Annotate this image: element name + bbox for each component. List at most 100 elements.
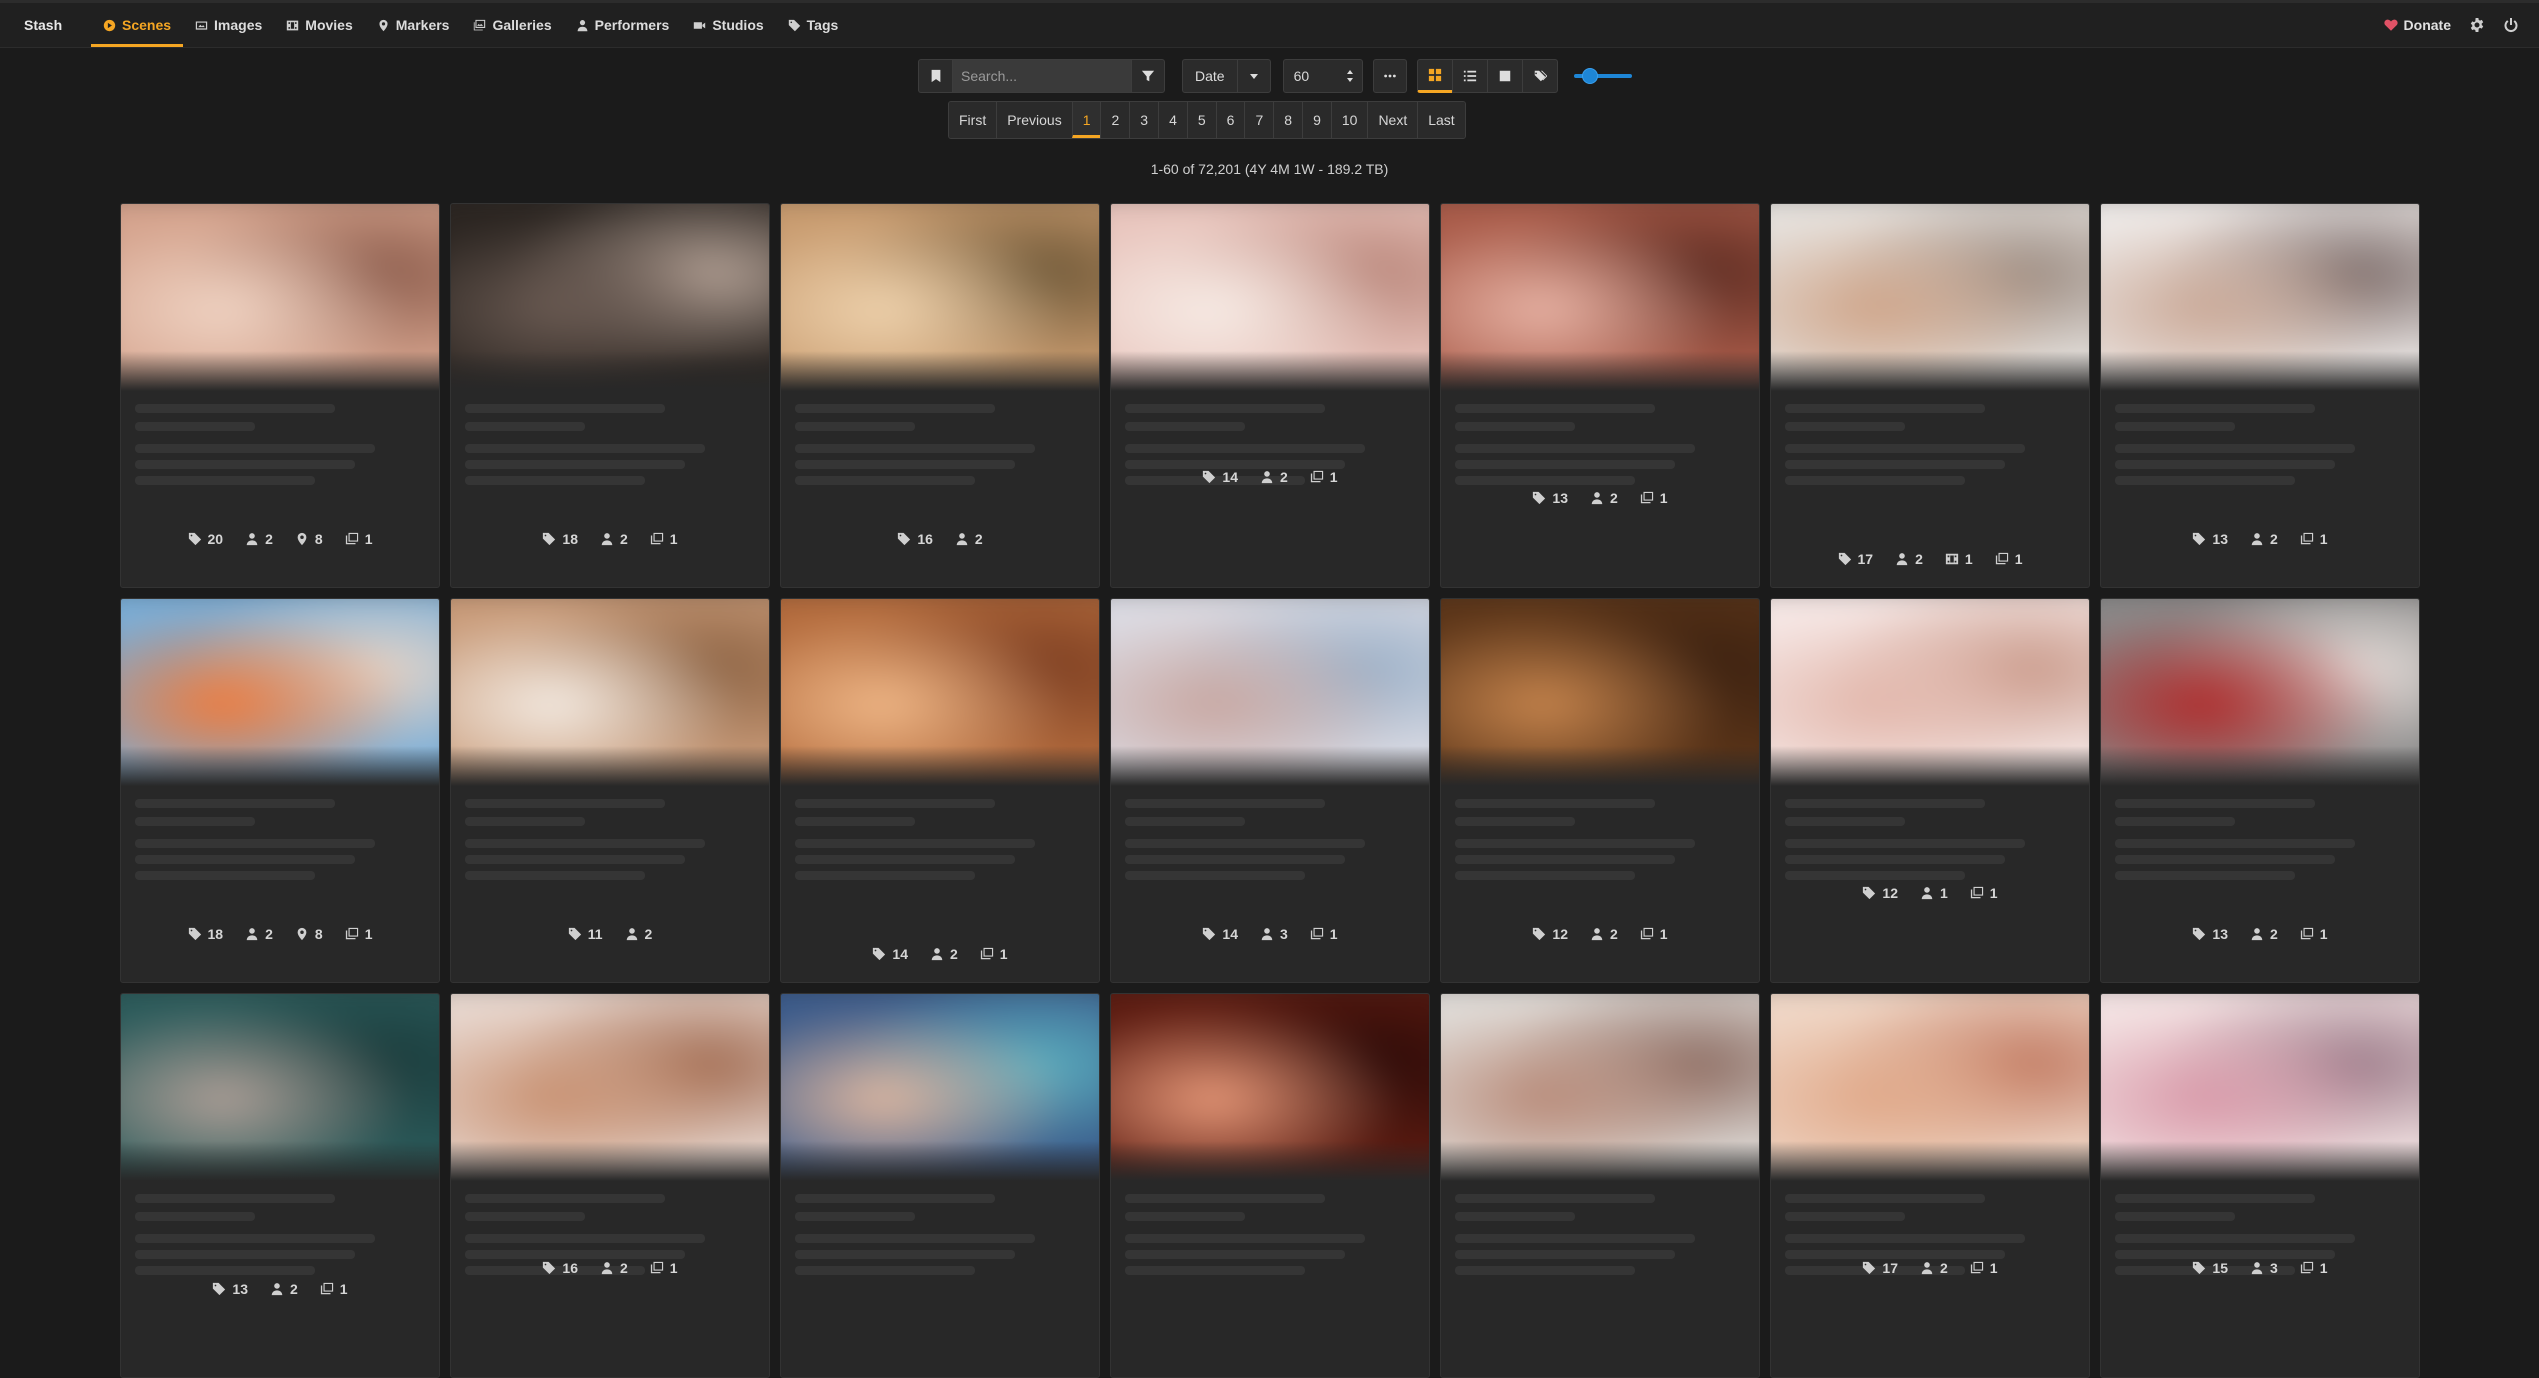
- page-button-4[interactable]: 4: [1158, 102, 1187, 138]
- display-wall-button[interactable]: [1486, 59, 1523, 93]
- gallery-count-button[interactable]: 1: [1970, 885, 1998, 901]
- scene-thumbnail[interactable]: [1441, 204, 1759, 391]
- first-page-button[interactable]: First: [949, 102, 997, 138]
- tag-count-button[interactable]: 18: [188, 926, 223, 942]
- page-button-2[interactable]: 2: [1100, 102, 1130, 138]
- scene-thumbnail[interactable]: [1111, 204, 1429, 391]
- sort-by-dropdown[interactable]: Date: [1182, 59, 1238, 93]
- scene-card[interactable]: 14 3 1: [1110, 598, 1430, 983]
- performer-count-button[interactable]: 2: [1590, 926, 1618, 942]
- scene-card[interactable]: 16 2 1: [450, 993, 770, 1378]
- brand-link[interactable]: Stash: [24, 17, 62, 33]
- gallery-count-button[interactable]: 1: [1970, 1260, 1998, 1276]
- page-button-3[interactable]: 3: [1129, 102, 1159, 138]
- scene-card[interactable]: [1440, 993, 1760, 1378]
- scene-thumbnail[interactable]: [451, 994, 769, 1181]
- tag-count-button[interactable]: 11: [568, 926, 603, 942]
- last-page-button[interactable]: Last: [1417, 102, 1465, 138]
- movie-count-button[interactable]: 1: [1945, 551, 1973, 567]
- gallery-count-button[interactable]: 1: [320, 1281, 348, 1297]
- nav-item-galleries[interactable]: Galleries: [461, 3, 563, 47]
- donate-button[interactable]: Donate: [2383, 17, 2451, 33]
- scene-card[interactable]: 17 2 1: [1770, 993, 2090, 1378]
- performer-count-button[interactable]: 3: [1260, 926, 1288, 942]
- display-grid-button[interactable]: [1416, 59, 1453, 93]
- gear-icon[interactable]: [2469, 17, 2485, 33]
- tag-count-button[interactable]: 16: [897, 531, 933, 547]
- scene-thumbnail[interactable]: [121, 204, 439, 391]
- performer-count-button[interactable]: 2: [1920, 1260, 1948, 1276]
- scene-thumbnail[interactable]: [2101, 204, 2419, 391]
- next-page-button[interactable]: Next: [1367, 102, 1418, 138]
- tag-count-button[interactable]: 20: [188, 531, 223, 547]
- tag-count-button[interactable]: 14: [872, 946, 908, 962]
- zoom-handle[interactable]: [1581, 68, 1598, 84]
- gallery-count-button[interactable]: 1: [2300, 1260, 2328, 1276]
- gallery-count-button[interactable]: 1: [1310, 926, 1338, 942]
- scene-thumbnail[interactable]: [781, 599, 1099, 786]
- scene-card[interactable]: [1110, 993, 1430, 1378]
- scene-card[interactable]: 18 2 8 1: [120, 598, 440, 983]
- page-button-7[interactable]: 7: [1244, 102, 1274, 138]
- filter-button[interactable]: [1131, 59, 1165, 93]
- performer-count-button[interactable]: 2: [1590, 490, 1618, 506]
- nav-item-tags[interactable]: Tags: [776, 3, 851, 47]
- nav-item-movies[interactable]: Movies: [274, 3, 364, 47]
- tag-count-button[interactable]: 12: [1532, 926, 1568, 942]
- scene-thumbnail[interactable]: [1111, 599, 1429, 786]
- zoom-slider[interactable]: [1572, 66, 1634, 86]
- gallery-count-button[interactable]: 1: [650, 531, 678, 547]
- scene-card[interactable]: 16 2: [780, 203, 1100, 588]
- scene-thumbnail[interactable]: [1111, 994, 1429, 1181]
- performer-count-button[interactable]: 2: [600, 531, 628, 547]
- scene-thumbnail[interactable]: [1441, 599, 1759, 786]
- performer-count-button[interactable]: 2: [625, 926, 652, 942]
- marker-count-button[interactable]: 8: [295, 531, 323, 547]
- page-button-6[interactable]: 6: [1215, 102, 1245, 138]
- scene-thumbnail[interactable]: [1771, 599, 2089, 786]
- saved-filters-button[interactable]: [918, 59, 952, 93]
- display-list-button[interactable]: [1451, 59, 1488, 93]
- page-button-10[interactable]: 10: [1330, 102, 1368, 138]
- gallery-count-button[interactable]: 1: [345, 531, 372, 547]
- page-button-5[interactable]: 5: [1186, 102, 1216, 138]
- nav-item-markers[interactable]: Markers: [365, 3, 462, 47]
- scene-card[interactable]: 12 2 1: [1440, 598, 1760, 983]
- performer-count-button[interactable]: 2: [955, 531, 983, 547]
- gallery-count-button[interactable]: 1: [1640, 926, 1668, 942]
- nav-item-studios[interactable]: Studios: [681, 3, 775, 47]
- performer-count-button[interactable]: 2: [2250, 531, 2278, 547]
- gallery-count-button[interactable]: 1: [650, 1260, 678, 1276]
- page-button-1[interactable]: 1: [1071, 102, 1101, 138]
- tag-count-button[interactable]: 17: [1838, 551, 1873, 567]
- scene-thumbnail[interactable]: [1771, 994, 2089, 1181]
- scene-card[interactable]: 13 2 1: [120, 993, 440, 1378]
- scene-card[interactable]: 20 2 8 1: [120, 203, 440, 588]
- performer-count-button[interactable]: 2: [270, 1281, 298, 1297]
- tag-count-button[interactable]: 14: [1202, 469, 1238, 485]
- tag-count-button[interactable]: 17: [1862, 1260, 1898, 1276]
- scene-card[interactable]: 14 2 1: [780, 598, 1100, 983]
- scene-thumbnail[interactable]: [2101, 994, 2419, 1181]
- scene-thumbnail[interactable]: [451, 599, 769, 786]
- tag-count-button[interactable]: 13: [2192, 926, 2228, 942]
- gallery-count-button[interactable]: 1: [1640, 490, 1668, 506]
- page-button-9[interactable]: 9: [1302, 102, 1331, 138]
- scene-thumbnail[interactable]: [781, 204, 1099, 391]
- scene-card[interactable]: 18 2 1: [450, 203, 770, 588]
- scene-card[interactable]: 11 2: [450, 598, 770, 983]
- gallery-count-button[interactable]: 1: [1995, 551, 2022, 567]
- display-tagger-button[interactable]: [1521, 59, 1558, 93]
- more-options-button[interactable]: [1372, 59, 1407, 93]
- tag-count-button[interactable]: 14: [1202, 926, 1238, 942]
- previous-page-button[interactable]: Previous: [996, 102, 1072, 138]
- performer-count-button[interactable]: 2: [1895, 551, 1923, 567]
- per-page-select[interactable]: 60: [1282, 59, 1363, 93]
- scene-card[interactable]: 13 2 1: [1440, 203, 1760, 588]
- tag-count-button[interactable]: 18: [542, 531, 578, 547]
- gallery-count-button[interactable]: 1: [345, 926, 372, 942]
- scene-thumbnail[interactable]: [2101, 599, 2419, 786]
- scene-thumbnail[interactable]: [1441, 994, 1759, 1181]
- tag-count-button[interactable]: 12: [1862, 885, 1898, 901]
- performer-count-button[interactable]: 2: [1260, 469, 1288, 485]
